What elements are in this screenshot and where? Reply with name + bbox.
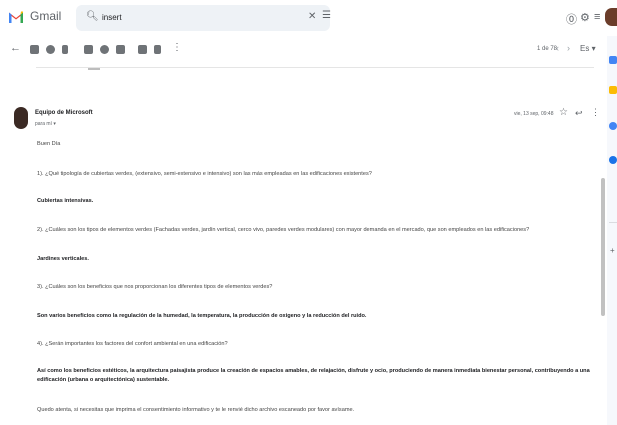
account-avatar[interactable]: [605, 8, 617, 26]
archive-icon[interactable]: [30, 45, 39, 54]
help-icon[interactable]: ⓪: [566, 11, 577, 27]
contacts-icon[interactable]: [609, 156, 617, 164]
clear-search-icon[interactable]: ✕: [308, 11, 316, 22]
search-icon[interactable]: 🔍︎: [86, 11, 99, 22]
label-icon[interactable]: [154, 45, 161, 54]
paragraph-2: Cubiertas intensivas.: [37, 198, 94, 204]
reply-icon[interactable]: ↩: [575, 108, 583, 119]
move-to-icon[interactable]: [138, 45, 147, 54]
tasks-icon[interactable]: [609, 122, 617, 130]
search-input[interactable]: insert: [102, 13, 122, 22]
sender-name[interactable]: Equipo de Microsoft: [35, 110, 93, 116]
greeting: Buen Día: [37, 141, 61, 147]
scrollbar-thumb[interactable]: [601, 178, 605, 316]
delete-icon[interactable]: [62, 45, 68, 54]
newer-arrow-icon[interactable]: ‹: [556, 43, 559, 53]
snooze-icon[interactable]: [100, 45, 109, 54]
more-icon[interactable]: ⋮: [172, 42, 182, 53]
side-panel-divider: [609, 222, 617, 223]
pagination-count: 1 de 78: [537, 46, 558, 52]
previous-message-stub[interactable]: [88, 68, 100, 70]
paragraph-7: 4). ¿Serán importantes los factores del …: [37, 341, 228, 347]
paragraph-5: 3). ¿Cuáles son los beneficios que nos p…: [37, 284, 273, 290]
paragraph-3: 2). ¿Cuáles son los tipos de elementos v…: [37, 227, 530, 233]
search-bar[interactable]: 🔍︎ insert ✕ ☰: [76, 5, 331, 31]
message-more-icon[interactable]: ⋮: [591, 107, 600, 118]
paragraph-4: Jardines verticales.: [37, 256, 89, 262]
add-addon-icon[interactable]: +: [610, 246, 615, 255]
sender-avatar[interactable]: [14, 107, 28, 129]
paragraph-6: Son varios beneficios como la regulación…: [37, 313, 367, 319]
language-label: Es: [580, 44, 590, 53]
paragraph-8: Así como los beneficios estéticos, la ar…: [37, 368, 590, 383]
star-icon[interactable]: ☆: [559, 107, 568, 118]
recipient-text: para mí: [35, 121, 52, 127]
language-selector[interactable]: Es ▾: [580, 44, 596, 53]
apps-grid-icon[interactable]: ≡: [594, 11, 600, 23]
older-arrow-icon[interactable]: ›: [567, 43, 570, 53]
paragraph-1: 1). ¿Qué tipología de cubiertas verdes, …: [37, 171, 372, 177]
side-panel: +: [607, 36, 617, 425]
back-arrow-icon[interactable]: ←: [10, 42, 21, 54]
report-spam-icon[interactable]: [46, 45, 55, 54]
gmail-logo[interactable]: Gmail: [8, 9, 61, 23]
paragraph-9: Quedo atenta, si necesitas que imprima e…: [37, 407, 355, 413]
message-date: vie, 13 sep, 09:48: [514, 111, 554, 117]
previous-message-divider: [36, 67, 594, 68]
message-toolbar: ← ⋮ 1 de 78 ‹ › Es ▾: [0, 36, 600, 64]
search-options-icon[interactable]: ☰: [322, 10, 331, 21]
gmail-m-icon: [9, 11, 23, 23]
add-to-tasks-icon[interactable]: [116, 45, 125, 54]
calendar-icon[interactable]: [609, 56, 617, 64]
recipient-label[interactable]: para mí ▾: [35, 121, 56, 127]
keep-icon[interactable]: [609, 86, 617, 94]
gear-icon[interactable]: ⚙: [580, 11, 590, 24]
app-name: Gmail: [30, 9, 62, 23]
mark-unread-icon[interactable]: [84, 45, 93, 54]
top-bar: Gmail 🔍︎ insert ✕ ☰ ⓪ ⚙ ≡: [0, 0, 617, 36]
